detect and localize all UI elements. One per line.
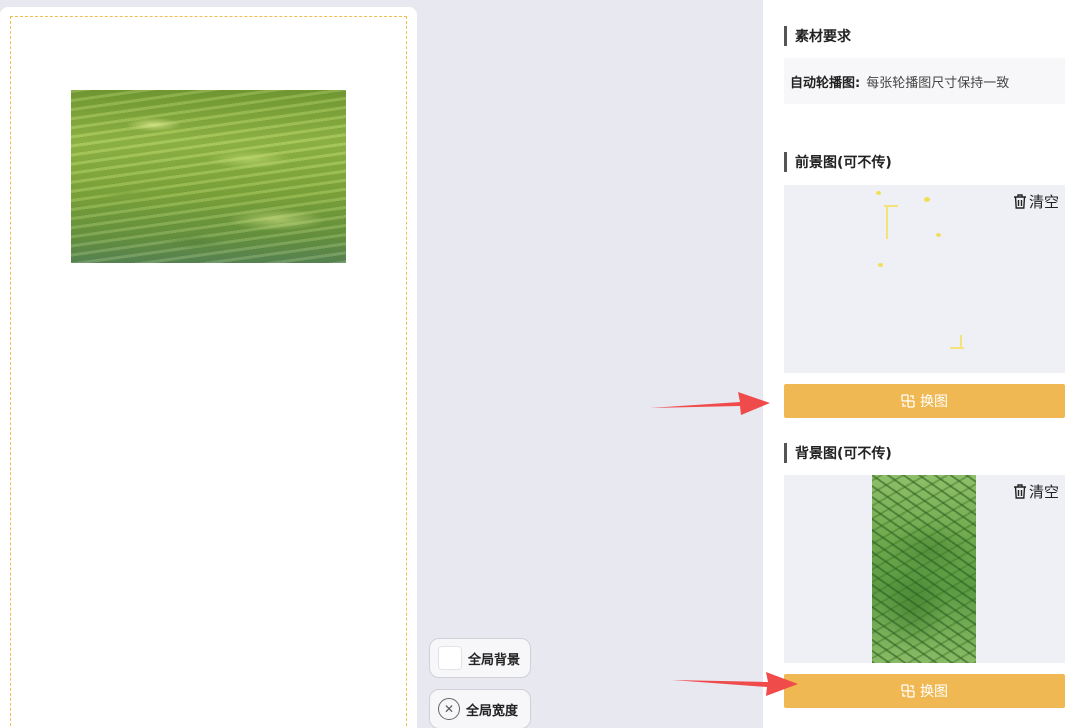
foreground-title: 前景图(可不传) [784,152,892,172]
swap-image-icon [901,394,915,408]
close-circle-icon: ✕ [438,698,460,720]
arrow-annotation [650,392,770,415]
global-width-label: 全局宽度 [466,703,519,719]
foreground-swap-button[interactable]: 换图 [784,384,1065,418]
background-image [872,475,976,663]
requirements-box: 自动轮播图: 每张轮播图尺寸保持一致 [784,58,1065,104]
petal [924,197,930,202]
petal [884,205,898,207]
foreground-clear-button[interactable]: 清空 [1013,191,1059,212]
global-background-button[interactable]: 全局背景 [429,638,531,678]
global-width-button[interactable]: ✕ 全局宽度 [429,689,531,728]
background-title-text: 背景图(可不传) [795,446,892,462]
requirements-title-text: 素材要求 [795,29,851,45]
requirements-label: 自动轮播图: [790,75,861,91]
trash-icon [1013,194,1026,209]
trash-icon [1013,484,1026,499]
requirements-title: 素材要求 [784,26,851,46]
swap-image-icon [901,684,915,698]
background-swap-button[interactable]: 换图 [784,674,1065,708]
petal [878,263,883,267]
background-clear-button[interactable]: 清空 [1013,481,1059,502]
petal [936,233,941,237]
foreground-image-box[interactable]: 清空 [784,185,1065,373]
global-background-label: 全局背景 [468,652,521,668]
foreground-title-text: 前景图(可不传) [795,155,892,171]
carousel-image[interactable] [71,90,346,263]
petal [950,347,964,349]
background-image-box[interactable]: 清空 [784,475,1065,663]
background-clear-label: 清空 [1028,483,1059,501]
background-title: 背景图(可不传) [784,443,892,463]
arrow-annotation [672,672,798,696]
petal [876,191,881,195]
foreground-clear-label: 清空 [1028,193,1059,211]
petal [886,205,888,239]
foreground-swap-label: 换图 [920,394,948,410]
requirements-text: 每张轮播图尺寸保持一致 [866,75,1010,91]
background-swap-label: 换图 [920,684,948,700]
color-swatch [438,646,462,670]
